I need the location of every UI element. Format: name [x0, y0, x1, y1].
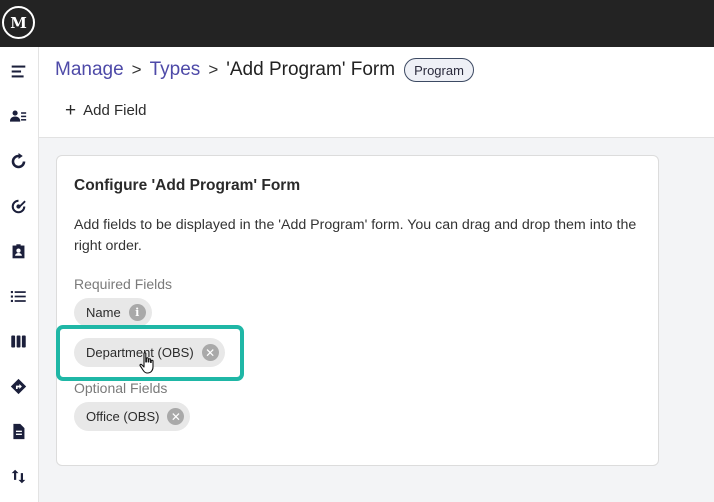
- hand-cursor-icon: [139, 352, 154, 374]
- logo-text: M: [10, 13, 27, 32]
- swap-vertical-icon[interactable]: [8, 466, 28, 486]
- directions-icon[interactable]: [8, 376, 28, 396]
- card-description: Add fields to be displayed in the 'Add P…: [74, 217, 637, 254]
- add-field-button[interactable]: + Add Field: [65, 99, 146, 121]
- app-logo[interactable]: M: [2, 6, 35, 39]
- badge-icon[interactable]: [8, 241, 28, 261]
- target-icon[interactable]: [8, 196, 28, 216]
- breadcrumb-manage[interactable]: Manage: [55, 59, 124, 81]
- optional-fields-label: Optional Fields: [74, 380, 168, 396]
- menu-icon[interactable]: [8, 61, 28, 81]
- top-bar: M: [0, 0, 714, 47]
- refresh-circle-icon[interactable]: [8, 151, 28, 171]
- columns-icon[interactable]: [8, 331, 28, 351]
- plus-icon: +: [65, 99, 77, 121]
- page-header: Manage > Types > 'Add Program' Form Prog…: [39, 47, 714, 138]
- breadcrumb-separator: >: [131, 60, 142, 79]
- type-badge: Program: [404, 58, 474, 82]
- main-content: Manage > Types > 'Add Program' Form Prog…: [39, 47, 714, 502]
- breadcrumb-separator: >: [208, 60, 219, 79]
- list-icon[interactable]: [8, 286, 28, 306]
- page-title: 'Add Program' Form: [226, 59, 396, 80]
- breadcrumb-types[interactable]: Types: [150, 59, 201, 81]
- card-title: Configure 'Add Program' Form: [74, 177, 301, 194]
- add-field-label: Add Field: [83, 101, 147, 119]
- required-fields-label: Required Fields: [74, 276, 173, 292]
- document-icon[interactable]: [8, 421, 28, 441]
- chip-label: Name: [86, 305, 121, 320]
- breadcrumb: Manage > Types > 'Add Program' Form Prog…: [55, 57, 474, 83]
- chip-label: Office (OBS): [86, 409, 160, 424]
- remove-icon[interactable]: ✕: [167, 408, 185, 425]
- people-list-icon[interactable]: [8, 106, 28, 126]
- info-icon[interactable]: i: [128, 304, 146, 321]
- field-chip-office[interactable]: Office (OBS) ✕: [74, 402, 191, 431]
- configure-form-card: Configure 'Add Program' Form Add fields …: [56, 155, 659, 466]
- field-chip-name[interactable]: Name i: [74, 298, 152, 327]
- sidebar: [0, 47, 39, 502]
